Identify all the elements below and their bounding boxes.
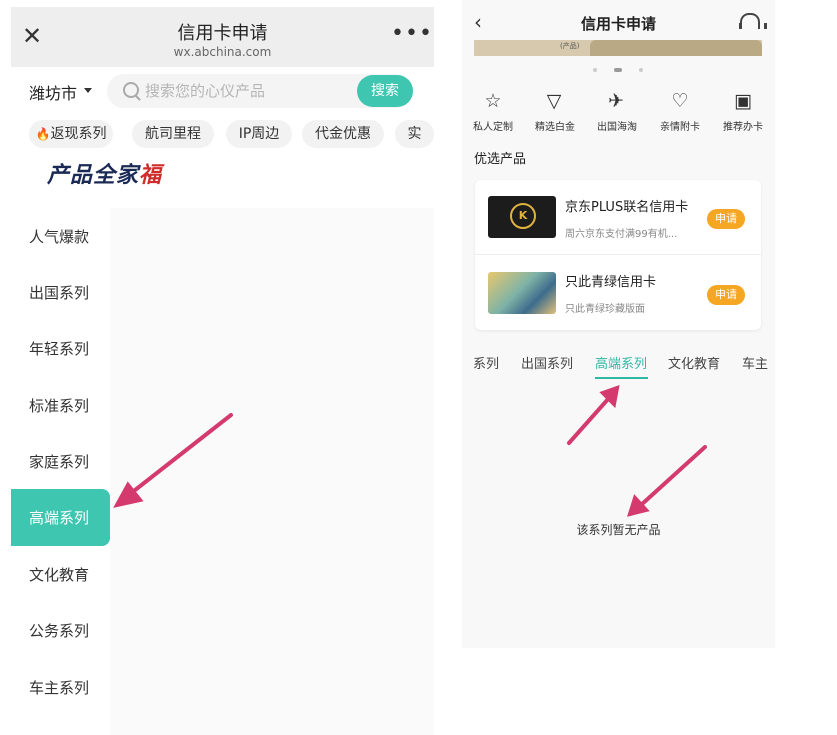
arrow-to-sidebar-item (128, 413, 233, 496)
annotation-arrows (113, 384, 707, 517)
arrow-to-empty-text (639, 445, 707, 507)
arrow-to-tab (567, 396, 611, 445)
